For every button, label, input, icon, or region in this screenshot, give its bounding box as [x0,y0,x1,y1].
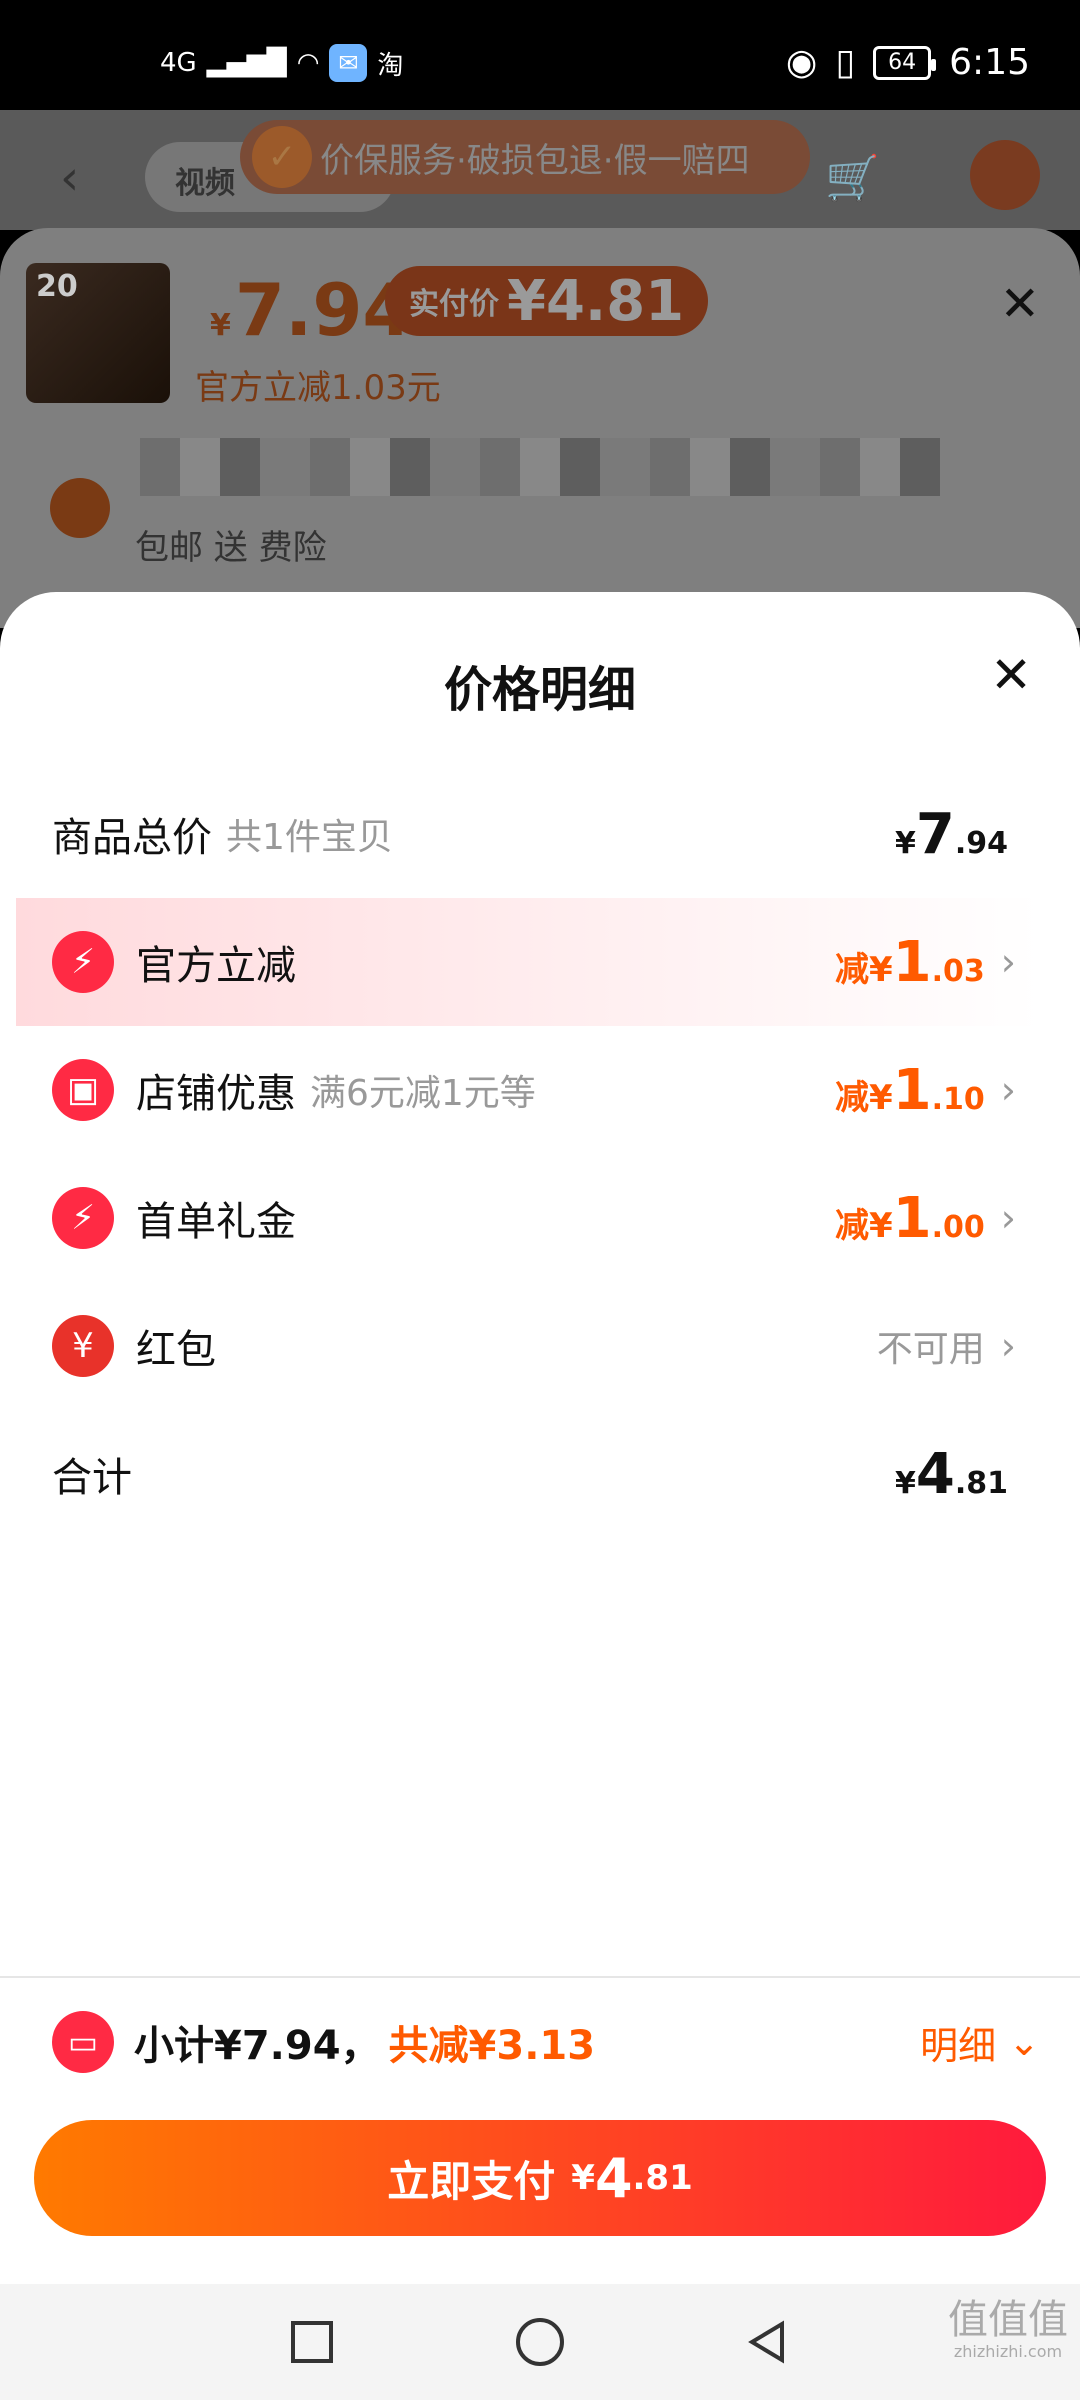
product-summary-sheet: 20 ¥7.94 实付价 ¥4.81 官方立减1.03元 ✕ 包邮 送 费险 [0,228,1080,628]
status-right: ◉ ▯ 64 6:15 [786,42,1030,83]
circle-icon [516,2318,564,2366]
shield-icon: ✓ [252,126,312,188]
discount-note: 官方立减1.03元 [195,368,441,408]
chevron-right-icon: › [1000,1324,1016,1368]
signal-icon: ▂▄▆█ [206,48,287,78]
wifi-icon: ◠ [296,48,320,78]
row-label: 店铺优惠 [136,1071,296,1117]
amount-big: 1 [892,1185,932,1251]
amount-prefix: 减¥ [835,949,893,990]
close-icon[interactable]: ✕ [1000,276,1040,332]
detail-toggle-button[interactable]: 明细 ⌄ [920,2015,1040,2070]
amount-small: .00 [931,1209,985,1245]
row-first-order-gift[interactable]: ⚡ 首单礼金 减¥ 1.00 › [16,1154,1040,1282]
shipping-info: 包邮 送 费险 [135,528,327,568]
red-packet-icon: ¥ [52,1315,114,1377]
footer-divider [0,1976,1080,1978]
detail-toggle-label: 明细 [920,2023,997,2068]
chevron-right-icon: › [1000,940,1016,984]
close-icon[interactable]: ✕ [990,650,1032,700]
row-total-price: 商品总价 共1件宝贝 ¥7.94 [16,770,1040,898]
amount-small: .94 [954,825,1008,861]
amount-currency: ¥ [895,825,916,861]
pay-button-label: 立即支付 [387,2156,556,2206]
amount-big: 1 [892,1057,932,1123]
watermark: 值值值 zhizhizhi.com [948,2300,1068,2360]
guarantee-text: 价保服务·破损包退·假一赔四 [320,140,750,181]
pay-button-small: .81 [632,2158,693,2198]
amount-small: .03 [931,953,985,989]
order-summary-bar: ▭ 小计¥7.94， 共减¥3.13 明细 ⌄ [0,2000,1080,2084]
guarantee-banner: ✓ 价保服务·破损包退·假一赔四 [240,120,810,194]
row-amount: 减¥ 1.03 [835,930,985,995]
amount-small: .10 [931,1081,985,1117]
amount-big: 4 [915,1441,955,1507]
row-amount: 减¥ 1.10 [835,1058,985,1123]
row-red-packet[interactable]: ¥ 红包 不可用 › [16,1282,1040,1410]
amount-small: .81 [954,1465,1008,1501]
app-badge-icon: ✉ [329,44,368,82]
product-price: ¥7.94 [210,268,413,352]
system-nav-bar [0,2284,1080,2400]
subtotal-text: 小计¥7.94， [134,2023,381,2069]
square-icon [291,2321,333,2363]
watermark-glyphs: 值值值 [948,2297,1068,2343]
chevron-right-icon: › [1000,1068,1016,1112]
actual-price-badge: 实付价 ¥4.81 [385,266,709,336]
row-label: 商品总价 [52,815,212,861]
vibrate-icon: ▯ [835,42,856,83]
row-sub: 共1件宝贝 [226,817,393,858]
back-button[interactable] [744,2318,792,2366]
chevron-right-icon: › [1000,1196,1016,1240]
row-label: 官方立减 [136,943,296,989]
row-grand-total: 合计 ¥4.81 [16,1410,1040,1538]
blurred-address [140,438,940,496]
product-thumbnail: 20 [26,263,170,403]
actual-price-value: ¥4.81 [507,268,685,334]
row-status: 不可用 [876,1329,985,1370]
amount-big: 1 [892,929,932,995]
clock: 6:15 [949,42,1030,83]
row-label: 首单礼金 [136,1199,296,1245]
watermark-domain: zhizhizhi.com [953,2342,1063,2361]
amount-big: 7 [915,801,955,867]
row-amount: ¥7.94 [895,802,1008,867]
amount-prefix: 减¥ [835,1077,893,1118]
amount-currency: ¥ [895,1465,916,1501]
app-badge-label: 淘 [377,50,404,81]
home-button[interactable] [516,2318,564,2366]
triangle-back-icon [748,2320,784,2364]
cart-icon[interactable]: 🛒 [825,152,880,204]
network-label: 4G [160,48,197,78]
amount-prefix: 减¥ [835,1205,893,1246]
battery-icon: 64 [873,45,937,80]
chevron-down-icon: ⌄ [1008,2020,1040,2064]
pay-button-currency: ¥ [571,2158,595,2198]
row-label: 合计 [52,1455,132,1501]
recent-apps-button[interactable] [288,2318,336,2366]
row-label: 红包 [136,1327,216,1373]
actual-price-label: 实付价 [409,287,499,322]
row-sub: 满6元减1元等 [310,1073,536,1114]
thumb-badge: 20 [36,269,78,304]
location-icon [50,478,110,538]
pay-button-big: 4 [594,2146,633,2210]
lightning-icon: ⚡ [52,931,114,993]
row-store-discount[interactable]: ▣ 店铺优惠 满6元减1元等 减¥ 1.10 › [16,1026,1040,1154]
status-left: 4G ▂▄▆█ ◠ ✉ 淘 [160,44,403,82]
row-amount: 减¥ 1.00 [835,1186,985,1251]
row-official-discount[interactable]: ⚡ 官方立减 减¥ 1.03 › [16,898,1040,1026]
saved-text: 共减¥3.13 [388,2023,596,2069]
eye-icon: ◉ [785,42,818,83]
price-currency: ¥ [210,308,231,343]
lightning-icon: ⚡ [52,1187,114,1249]
store-icon: ▣ [52,1059,114,1121]
row-amount: ¥4.81 [895,1442,1008,1507]
sheet-title: 价格明细 [443,662,636,718]
pay-now-button[interactable]: 立即支付 ¥4.81 [34,2120,1046,2236]
more-icon[interactable] [970,140,1040,210]
ticket-icon: ▭ [52,2011,114,2073]
back-icon[interactable]: ‹ [60,150,79,206]
